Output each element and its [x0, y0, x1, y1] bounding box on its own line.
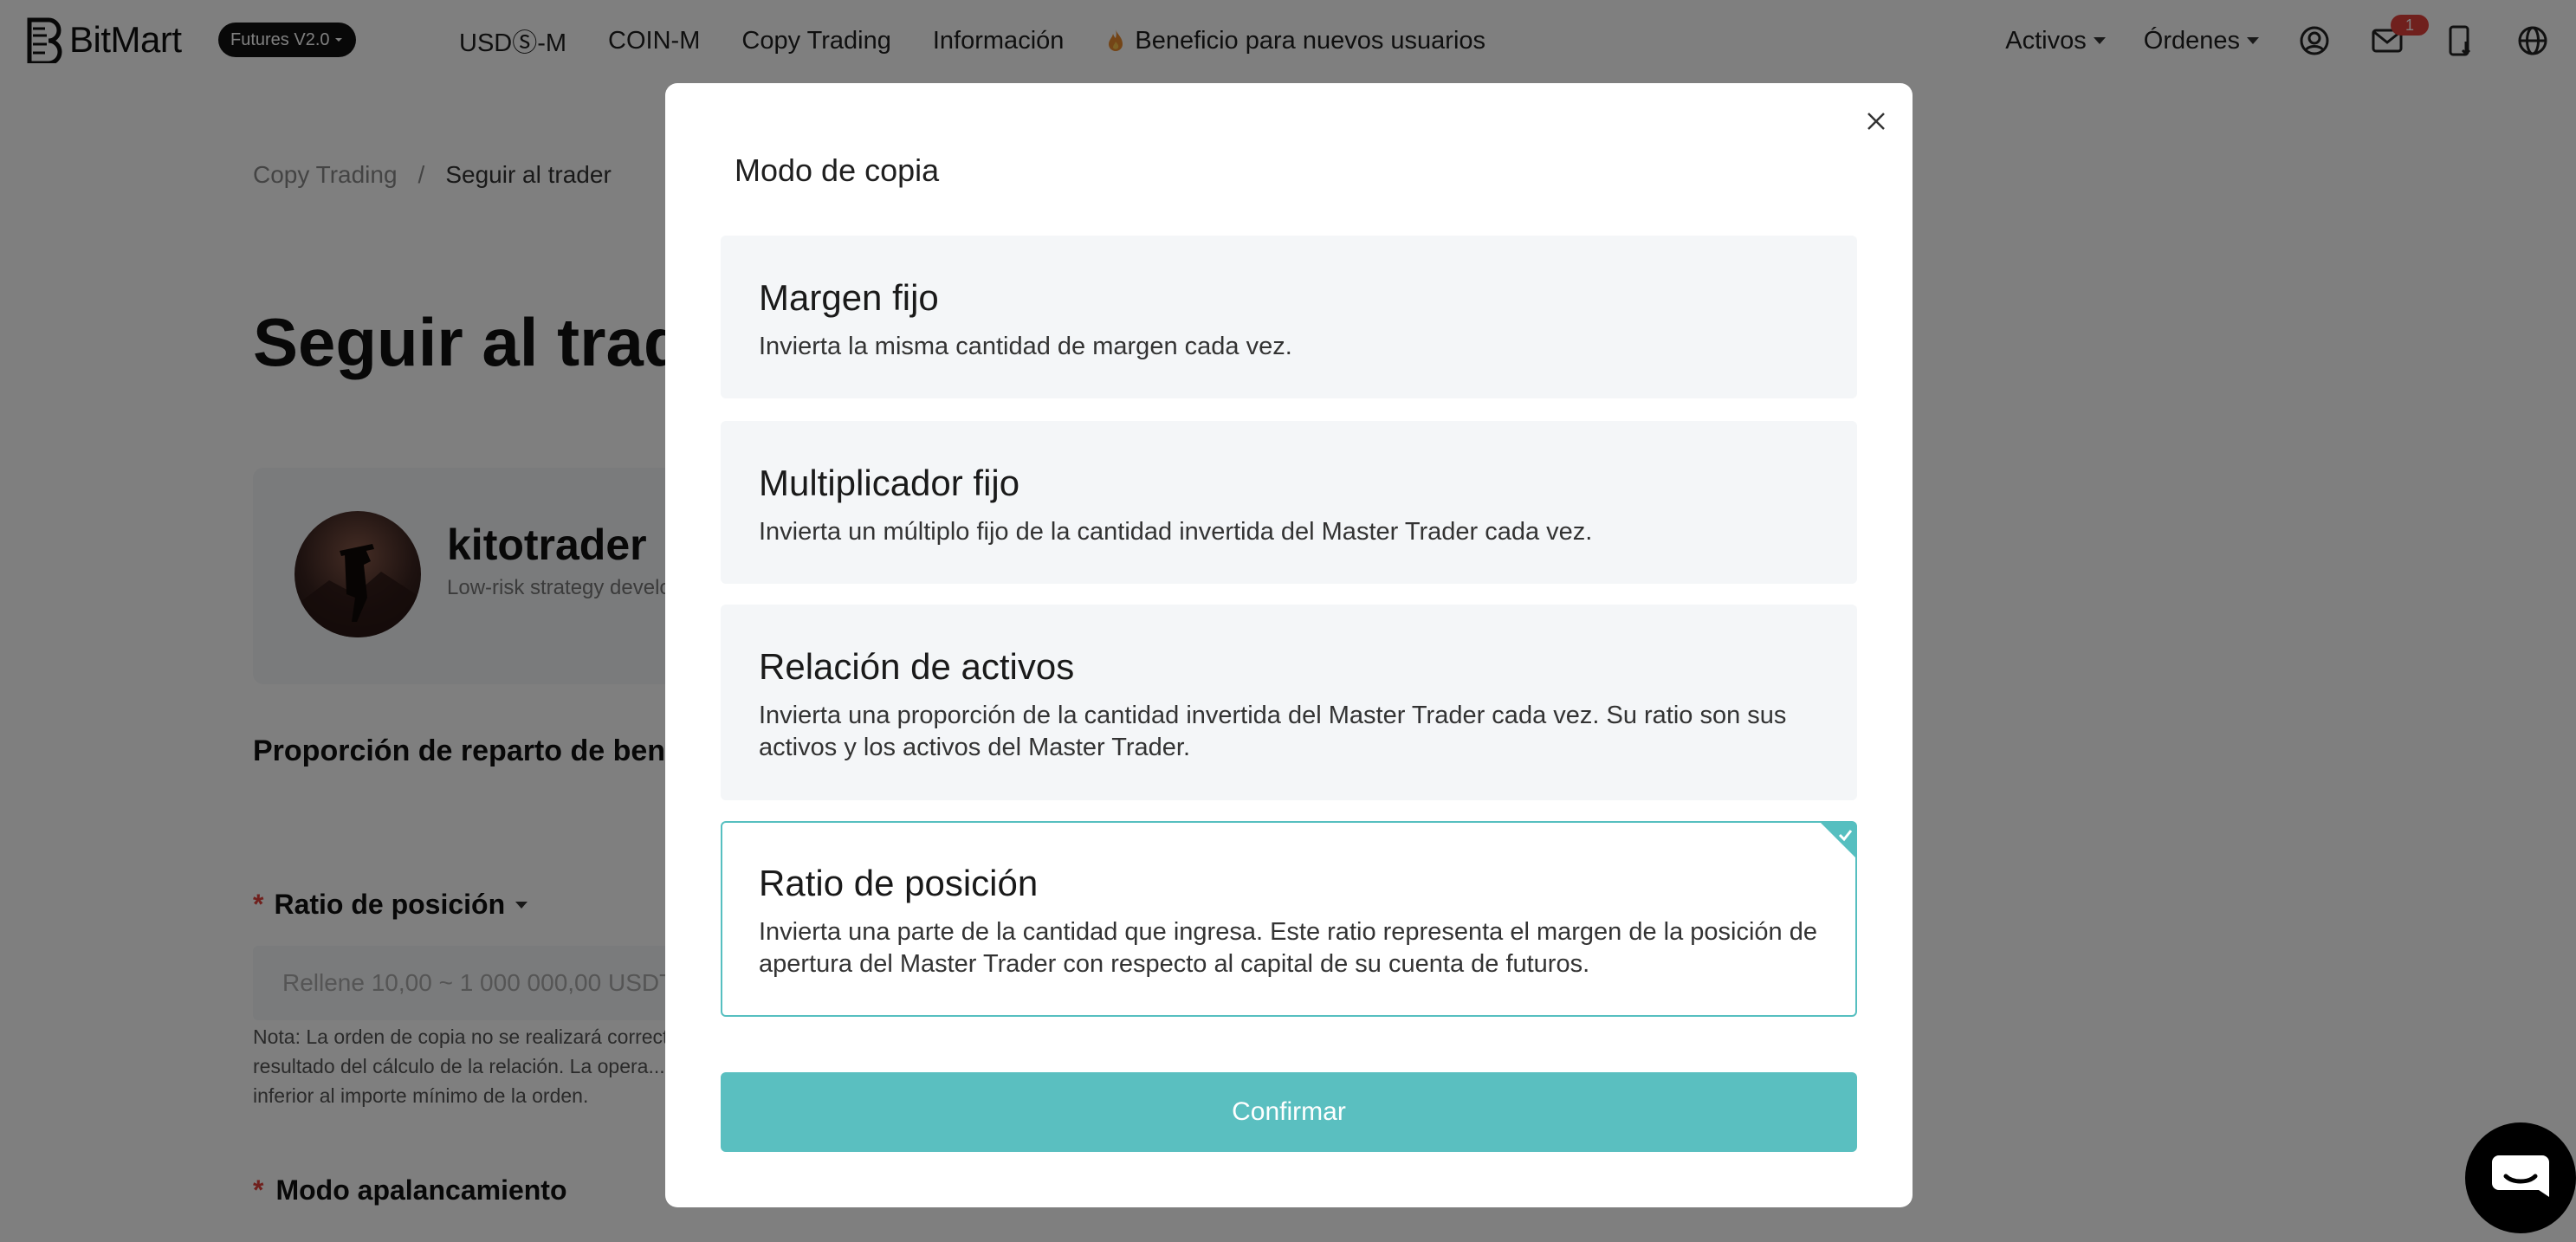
option-position-ratio[interactable]: Ratio de posición Invierta una parte de …: [721, 821, 1857, 1017]
option-title: Ratio de posición: [759, 863, 1039, 903]
option-asset-ratio[interactable]: Relación de activos Invierta una proporc…: [721, 605, 1857, 800]
option-title: Relación de activos: [759, 646, 1075, 687]
selected-check-icon: [1821, 823, 1855, 857]
option-description: Invierta una proporción de la cantidad i…: [759, 702, 1787, 761]
option-description: Invierta la misma cantidad de margen cad…: [759, 333, 1292, 360]
close-button[interactable]: [1859, 104, 1893, 139]
close-icon: [1867, 113, 1885, 130]
option-title: Margen fijo: [759, 277, 939, 318]
modal-title: Modo de copia: [735, 152, 940, 188]
option-fixed-margin[interactable]: Margen fijo Invierta la misma cantidad d…: [721, 236, 1857, 398]
copy-mode-modal: Modo de copia Margen fijo Invierta la mi…: [665, 83, 1913, 1207]
option-fixed-multiplier[interactable]: Multiplicador fijo Invierta un múltiplo …: [721, 421, 1857, 584]
confirm-button[interactable]: Confirmar: [721, 1072, 1857, 1152]
option-title: Multiplicador fijo: [759, 463, 1020, 503]
option-description: Invierta una parte de la cantidad que in…: [759, 918, 1817, 978]
option-description: Invierta un múltiplo fijo de la cantidad…: [759, 518, 1593, 546]
chat-support-button[interactable]: [2465, 1122, 2576, 1233]
chat-icon: [2492, 1155, 2549, 1197]
